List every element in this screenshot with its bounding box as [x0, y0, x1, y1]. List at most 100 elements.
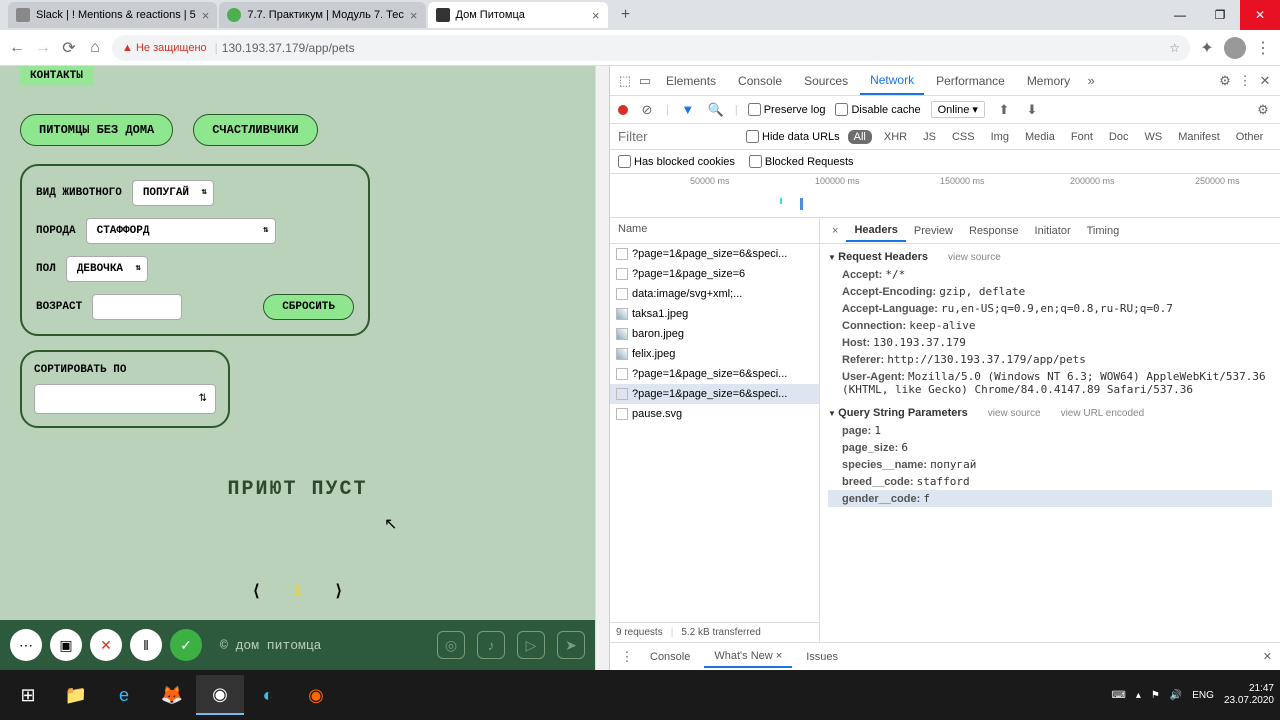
request-row[interactable]: baron.jpeg: [610, 324, 819, 344]
drawer-whatsnew[interactable]: What's New ×: [704, 646, 792, 668]
system-tray[interactable]: ⌨ ▴ ⚑ 🔊 ENG 21:4723.07.2020: [1111, 683, 1274, 707]
sort-select[interactable]: [34, 384, 216, 414]
rec-more-icon[interactable]: ⋯: [10, 629, 42, 661]
filter-icon[interactable]: ▼: [679, 102, 697, 117]
filter-input[interactable]: [618, 129, 738, 144]
tab-console[interactable]: Console: [728, 68, 792, 94]
gear-icon[interactable]: ⚙: [1254, 102, 1272, 118]
filter-manifest[interactable]: Manifest: [1174, 130, 1224, 144]
request-row[interactable]: felix.jpeg: [610, 344, 819, 364]
section-request-headers[interactable]: Request Headersview source: [828, 248, 1272, 266]
menu-icon[interactable]: ⋮: [1254, 39, 1272, 57]
close-icon[interactable]: ×: [586, 8, 600, 23]
inspect-icon[interactable]: ⬚: [616, 73, 634, 89]
preserve-log-checkbox[interactable]: Preserve log: [748, 103, 826, 116]
new-tab-button[interactable]: +: [614, 3, 638, 27]
clock[interactable]: 21:4723.07.2020: [1224, 683, 1274, 707]
tab-elements[interactable]: Elements: [656, 68, 726, 94]
chrome-icon[interactable]: ◉: [196, 675, 244, 715]
app-icon[interactable]: ◐: [244, 675, 292, 715]
filter-css[interactable]: CSS: [948, 130, 979, 144]
close-icon[interactable]: ×: [404, 8, 418, 23]
request-row[interactable]: ?page=1&page_size=6&speci...: [610, 364, 819, 384]
reload-button[interactable]: ⟳: [60, 39, 78, 57]
species-select[interactable]: ПОПУГАЙ: [132, 180, 214, 206]
postman-icon[interactable]: ◉: [292, 675, 340, 715]
close-icon[interactable]: ×: [196, 8, 210, 23]
blocked-requests-checkbox[interactable]: Blocked Requests: [749, 155, 854, 168]
tiktok-icon[interactable]: ♪: [477, 631, 505, 659]
detail-tab-response[interactable]: Response: [961, 221, 1027, 241]
drawer-menu-icon[interactable]: ⋮: [618, 649, 636, 665]
lucky-pets-button[interactable]: СЧАСТЛИВЧИКИ: [193, 114, 317, 146]
kebab-icon[interactable]: ⋮: [1236, 73, 1254, 89]
tray-up-icon[interactable]: ▴: [1136, 690, 1141, 701]
tab-sources[interactable]: Sources: [794, 68, 858, 94]
back-button[interactable]: ←: [8, 39, 26, 57]
settings-icon[interactable]: ⚙: [1216, 73, 1234, 89]
minimize-button[interactable]: —: [1160, 0, 1200, 30]
flag-icon[interactable]: ⚑: [1151, 690, 1160, 701]
forward-button[interactable]: →: [34, 39, 52, 57]
filter-ws[interactable]: WS: [1140, 130, 1166, 144]
close-window-button[interactable]: ✕: [1240, 0, 1280, 30]
upload-icon[interactable]: ⬆: [995, 102, 1013, 118]
firefox-icon[interactable]: 🦊: [148, 675, 196, 715]
record-button[interactable]: [618, 105, 628, 115]
home-button[interactable]: ⌂: [86, 39, 104, 57]
star-icon[interactable]: ☆: [1169, 41, 1180, 55]
homeless-pets-button[interactable]: ПИТОМЦЫ БЕЗ ДОМА: [20, 114, 173, 146]
request-row-selected[interactable]: ?page=1&page_size=6&speci...: [610, 384, 819, 404]
filter-img[interactable]: Img: [987, 130, 1013, 144]
browser-tab-active[interactable]: Дом Питомца×: [428, 2, 608, 28]
ie-icon[interactable]: e: [100, 675, 148, 715]
filter-font[interactable]: Font: [1067, 130, 1097, 144]
rec-ok-icon[interactable]: ✓: [170, 629, 202, 661]
download-icon[interactable]: ⬇: [1023, 102, 1041, 118]
explorer-icon[interactable]: 📁: [52, 675, 100, 715]
rec-camera-icon[interactable]: ▣: [50, 629, 82, 661]
request-row[interactable]: taksa1.jpeg: [610, 304, 819, 324]
start-button[interactable]: ⊞: [4, 675, 52, 715]
detail-tab-headers[interactable]: Headers: [846, 220, 905, 242]
gender-select[interactable]: ДЕВОЧКА: [66, 256, 148, 282]
disable-cache-checkbox[interactable]: Disable cache: [835, 103, 920, 116]
close-detail-icon[interactable]: ×: [824, 225, 846, 237]
volume-icon[interactable]: 🔊: [1170, 690, 1182, 701]
filter-doc[interactable]: Doc: [1105, 130, 1133, 144]
rec-pause-icon[interactable]: ‖: [130, 629, 162, 661]
page-scrollbar[interactable]: [595, 66, 609, 670]
drawer-console[interactable]: Console: [640, 647, 700, 667]
url-input[interactable]: ▲ Не защищено | 130.193.37.179/app/pets …: [112, 35, 1190, 61]
profile-icon[interactable]: [1224, 37, 1246, 59]
search-icon[interactable]: 🔍: [707, 102, 725, 118]
keyboard-icon[interactable]: ⌨: [1111, 690, 1125, 701]
close-devtools-icon[interactable]: ✕: [1256, 73, 1274, 89]
request-row[interactable]: pause.svg: [610, 404, 819, 424]
hide-urls-checkbox[interactable]: Hide data URLs: [746, 130, 840, 143]
filter-xhr[interactable]: XHR: [880, 130, 911, 144]
youtube-icon[interactable]: ▷: [517, 631, 545, 659]
drawer-close-icon[interactable]: ✕: [1263, 650, 1272, 663]
clear-icon[interactable]: ⊘: [638, 102, 656, 118]
rec-cancel-icon[interactable]: ✕: [90, 629, 122, 661]
request-row[interactable]: data:image/svg+xml;...: [610, 284, 819, 304]
lang-indicator[interactable]: ENG: [1192, 690, 1214, 701]
filter-js[interactable]: JS: [919, 130, 940, 144]
reset-button[interactable]: СБРОСИТЬ: [263, 294, 354, 320]
detail-tab-preview[interactable]: Preview: [906, 221, 961, 241]
tab-memory[interactable]: Memory: [1017, 68, 1080, 94]
section-query-params[interactable]: Query String Parametersview sourceview U…: [828, 404, 1272, 422]
column-name[interactable]: Name: [610, 218, 819, 244]
telegram-icon[interactable]: ➤: [557, 631, 585, 659]
more-tabs-icon[interactable]: »: [1082, 73, 1100, 88]
pager-prev[interactable]: ⟨: [253, 583, 259, 600]
maximize-button[interactable]: ❐: [1200, 0, 1240, 30]
pager-next[interactable]: ⟩: [336, 583, 342, 600]
extensions-icon[interactable]: ✦: [1198, 39, 1216, 57]
breed-select[interactable]: СТАФФОРД: [86, 218, 276, 244]
throttle-select[interactable]: Online ▾: [931, 101, 985, 118]
browser-tab[interactable]: 7.7. Практикум | Модуль 7. Тес×: [219, 2, 425, 28]
instagram-icon[interactable]: ◎: [437, 631, 465, 659]
device-icon[interactable]: ▭: [636, 73, 654, 89]
